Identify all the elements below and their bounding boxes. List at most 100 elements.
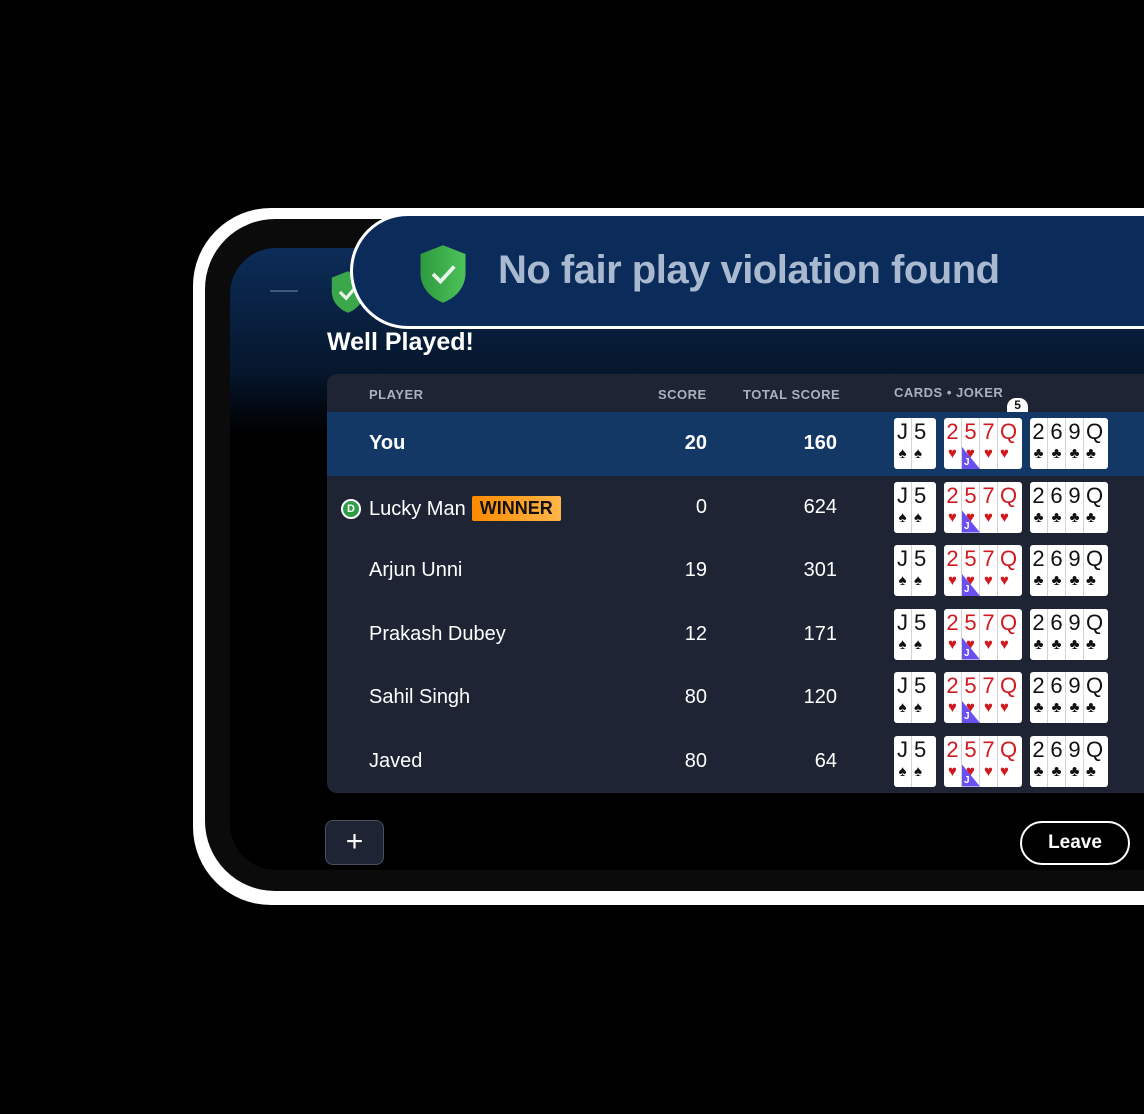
playing-card: 9 ♣: [1066, 418, 1084, 469]
playing-card: 2 ♣: [1030, 545, 1048, 596]
playing-card: 6 ♣: [1048, 545, 1066, 596]
page-title: Well Played!: [327, 328, 474, 356]
joker-label: J: [964, 711, 970, 722]
playing-card: 5 ♠: [912, 609, 936, 660]
card-rank: J: [897, 419, 908, 444]
card-group: J ♠ 5 ♠: [894, 608, 936, 660]
card-group: J ♠ 5 ♠: [894, 545, 936, 596]
playing-card: J ♠: [894, 545, 912, 596]
playing-card: 5 ♠: [912, 736, 936, 787]
player-score: 19: [684, 559, 707, 581]
playing-card: J ♠: [894, 608, 912, 660]
dealer-badge: D: [341, 498, 361, 519]
playing-card: Q ♣: [1084, 672, 1108, 723]
leave-button[interactable]: Leave: [1020, 821, 1130, 865]
playing-card: 6 ♣: [1048, 608, 1066, 660]
header-cards-label: CARDS • JOKER: [894, 385, 1004, 400]
playing-card: J ♠: [894, 481, 912, 533]
card-rank: 6: [1050, 419, 1063, 444]
card-rank: 5: [914, 609, 927, 635]
card-suit: ♠: [914, 635, 922, 653]
card-group: 2 ♣ 6 ♣ 9 ♣ Q ♣: [1030, 672, 1108, 723]
joker-label: J: [964, 520, 970, 532]
playing-card: 6 ♣: [1048, 735, 1066, 787]
card-suit: ♥: [984, 508, 993, 526]
playing-card: 6 ♣: [1048, 672, 1066, 723]
card-suit: ♣: [1069, 635, 1080, 653]
playing-card: 7 ♥: [980, 418, 998, 469]
playing-card: 9 ♣: [1066, 672, 1084, 723]
card-rank: Q: [1086, 482, 1104, 508]
table-row: D Lucky Man WINNER 0 624 J ♠ 5 ♠ 2 ♥ 5 ♥ J 7 ♥ Q ♥ 2 ♣ 6 ♣ 9 ♣ Q…: [327, 476, 1144, 540]
card-suit: ♣: [1086, 762, 1096, 780]
scoreboard-table: PLAYER SCORE TOTAL SCORE CARDS • JOKER 5 …: [327, 374, 1144, 793]
add-button[interactable]: +: [325, 820, 384, 865]
card-rank: 2: [946, 609, 959, 635]
player-name-text: You: [369, 432, 406, 454]
playing-card: 5 ♥ J: [962, 735, 980, 787]
card-suit: ♣: [1069, 572, 1080, 589]
card-rank: Q: [1086, 673, 1104, 698]
table-row: Javed 80 64 J ♠ 5 ♠ 2 ♥ 5 ♥ J 7 ♥ Q ♥ 2 ♣ 6 ♣ 9 ♣ Q ♣: [327, 730, 1144, 794]
card-suit: ♠: [898, 635, 907, 653]
playing-card: Q ♥: [998, 545, 1022, 596]
player-cards: J ♠ 5 ♠ 2 ♥ 5 ♥ J 7 ♥ Q ♥ 2 ♣ 6 ♣ 9 ♣ Q ♣: [894, 608, 1108, 660]
card-rank: 2: [946, 673, 959, 698]
card-rank: 2: [1032, 736, 1045, 762]
card-suit: ♠: [898, 699, 907, 716]
card-rank: 5: [914, 482, 927, 508]
player-name: Javed: [369, 750, 422, 773]
card-suit: ♣: [1033, 699, 1044, 716]
card-rank: J: [897, 736, 908, 762]
header-cards: CARDS • JOKER5 ♠: [894, 385, 1029, 426]
card-rank: J: [897, 546, 908, 571]
card-rank: 2: [1032, 609, 1045, 635]
winner-badge: WINNER: [471, 495, 561, 521]
card-suit: ♣: [1069, 762, 1080, 780]
playing-card: 9 ♣: [1066, 608, 1084, 660]
playing-card: 2 ♥: [944, 418, 962, 469]
card-rank: 9: [1068, 736, 1081, 762]
playing-card: 5 ♥ J: [962, 672, 980, 723]
card-suit: ♣: [1033, 635, 1044, 653]
card-rank: Q: [1000, 482, 1018, 508]
card-group: J ♠ 5 ♠: [894, 481, 936, 533]
card-rank: 9: [1068, 546, 1081, 571]
playing-card: 7 ♥: [980, 481, 998, 533]
card-suit: ♥: [1000, 445, 1009, 462]
card-rank: Q: [1086, 546, 1104, 571]
card-suit: ♥: [1000, 572, 1009, 589]
player-total-score: 160: [803, 432, 837, 454]
card-suit: ♣: [1086, 508, 1096, 526]
card-suit: ♠: [898, 762, 907, 780]
card-rank: 9: [1068, 673, 1081, 698]
card-suit: ♣: [1051, 508, 1062, 526]
card-rank: Q: [1000, 546, 1018, 571]
playing-card: 2 ♥: [944, 735, 962, 787]
player-name-text: Prakash Dubey: [369, 622, 506, 645]
card-group: 2 ♣ 6 ♣ 9 ♣ Q ♣: [1030, 735, 1108, 787]
playing-card: Q ♥: [998, 418, 1022, 469]
card-group: J ♠ 5 ♠: [894, 735, 936, 787]
player-name-text: Arjun Unni: [369, 559, 463, 581]
card-suit: ♥: [1000, 508, 1009, 526]
fair-play-banner: No fair play violation found: [350, 213, 1144, 329]
card-suit: ♣: [1051, 445, 1062, 462]
card-group: J ♠ 5 ♠: [894, 418, 936, 469]
card-suit: ♠: [914, 762, 922, 780]
player-name: Arjun Unni: [369, 559, 462, 582]
card-suit: ♥: [948, 572, 957, 589]
card-rank: 7: [982, 482, 995, 508]
player-total-score: 64: [814, 749, 837, 772]
playing-card: 5 ♠: [912, 418, 936, 469]
card-suit: ♣: [1033, 572, 1044, 589]
playing-card: 2 ♣: [1030, 418, 1048, 469]
playing-card: 2 ♥: [944, 672, 962, 723]
card-rank: 2: [1032, 482, 1045, 508]
table-row: Arjun Unni 19 301 J ♠ 5 ♠ 2 ♥ 5 ♥ J 7 ♥ Q ♥ 2 ♣ 6 ♣ 9 ♣ Q ♣: [327, 539, 1144, 603]
playing-card: J ♠: [894, 418, 912, 469]
playing-card: Q ♥: [998, 609, 1022, 660]
menu-icon[interactable]: [270, 290, 298, 292]
playing-card: 5 ♥ J: [962, 481, 980, 533]
card-rank: 2: [1032, 419, 1045, 444]
